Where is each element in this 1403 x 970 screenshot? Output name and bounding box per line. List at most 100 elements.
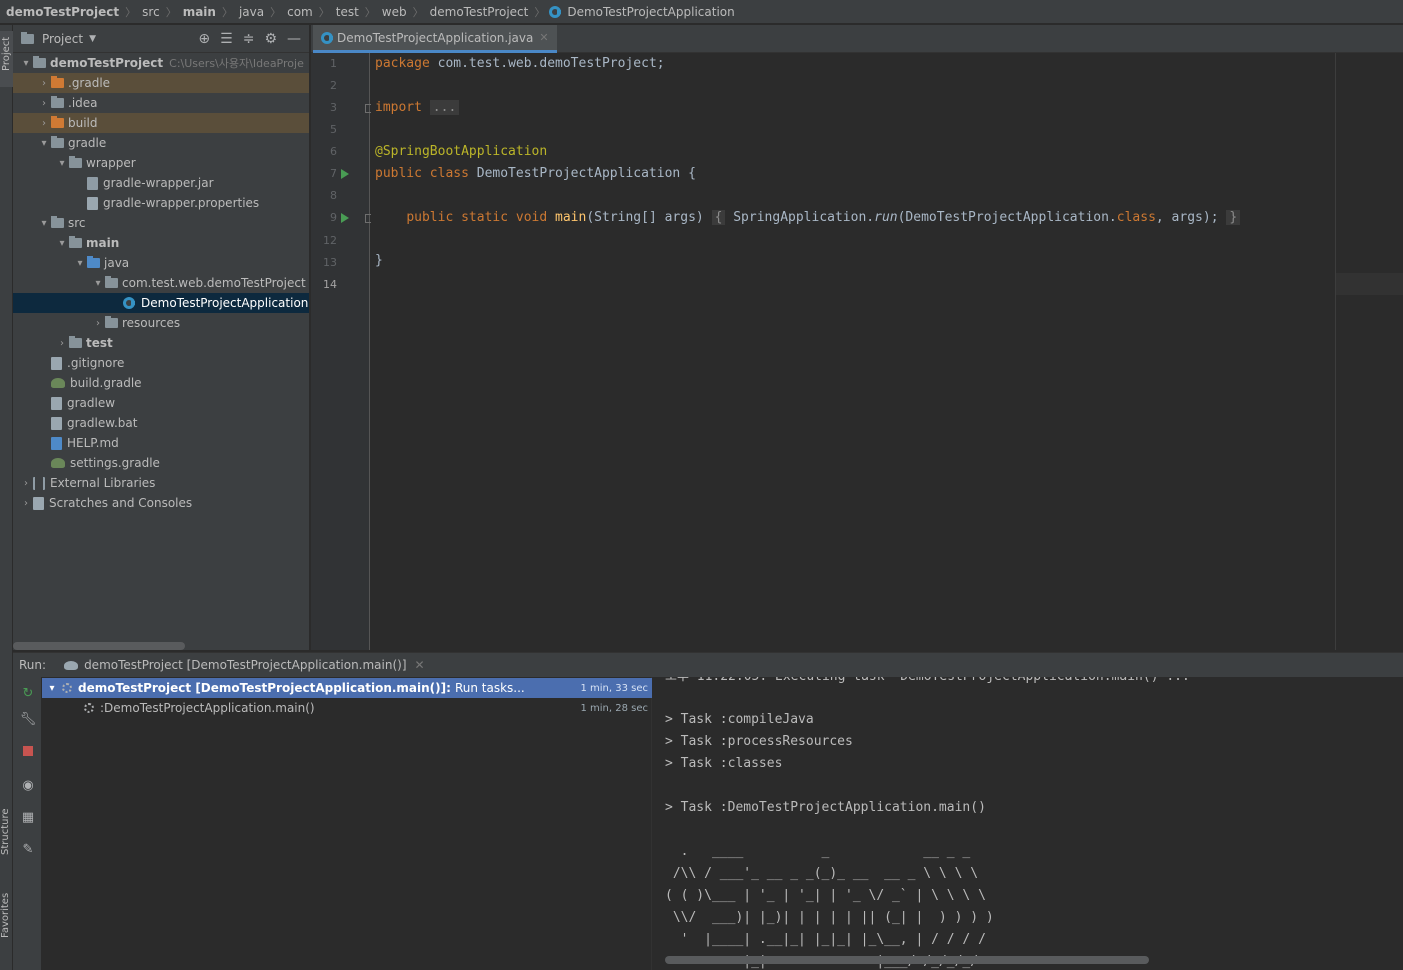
- tree-item-demotestprojectapplication[interactable]: DemoTestProjectApplication: [13, 293, 309, 313]
- folder-icon: [51, 96, 64, 108]
- tree-item-idea[interactable]: › .idea: [13, 93, 309, 113]
- breadcrumb-item-class[interactable]: DemoTestProjectApplication: [565, 5, 736, 19]
- editor-tab-bar: DemoTestProjectApplication.java ✕: [311, 25, 1403, 53]
- code-line-6: @SpringBootApplication: [375, 144, 548, 159]
- project-tool-tab[interactable]: Project: [0, 31, 13, 87]
- console-output[interactable]: 오후 11:22:05: Executing task 'DemoTestPro…: [653, 677, 1403, 970]
- chevron-down-icon[interactable]: ▾: [73, 258, 87, 269]
- structure-tool-tab[interactable]: Structure: [0, 797, 13, 867]
- tree-item-test[interactable]: › test: [13, 333, 309, 353]
- line-number: 8: [330, 189, 337, 202]
- resources-folder-icon: [105, 316, 118, 328]
- tree-item-build[interactable]: › build: [13, 113, 309, 133]
- run-tree-row-child[interactable]: :DemoTestProjectApplication.main() 1 min…: [42, 698, 652, 718]
- tree-item-gradle-wrapper-properties[interactable]: gradle-wrapper.properties: [13, 193, 309, 213]
- wrench-icon[interactable]: 🔧︎: [20, 711, 37, 727]
- breadcrumb: demoTestProject 〉 src 〉 main 〉 java 〉 com 〉 t…: [0, 0, 1403, 24]
- tree-item-label: gradlew.bat: [67, 416, 138, 430]
- tree-item-gradlew[interactable]: gradlew: [13, 393, 309, 413]
- chevron-down-icon[interactable]: ▼: [89, 34, 96, 44]
- chevron-right-icon[interactable]: ›: [37, 98, 51, 109]
- locate-icon[interactable]: ⊕: [198, 31, 210, 47]
- tree-item-java[interactable]: ▾ java: [13, 253, 309, 273]
- line-number: 3: [330, 101, 337, 114]
- line-number: 2: [330, 79, 337, 92]
- chevron-right-icon[interactable]: ›: [55, 338, 69, 349]
- md-file-icon: [51, 436, 62, 450]
- rerun-icon[interactable]: ↻: [20, 685, 36, 701]
- favorites-tool-tab[interactable]: Favorites: [0, 880, 13, 950]
- console-line: . ____ _ __ _ _: [665, 844, 971, 859]
- breadcrumb-item-web[interactable]: web: [380, 5, 409, 19]
- run-gutter-icon[interactable]: [341, 169, 349, 179]
- tree-item-gitignore[interactable]: .gitignore: [13, 353, 309, 373]
- run-tree-row-root[interactable]: ▾ demoTestProject [DemoTestProjectApplic…: [42, 678, 652, 698]
- tree-item-src[interactable]: ▾ src: [13, 213, 309, 233]
- tree-item-resources[interactable]: › resources: [13, 313, 309, 333]
- breadcrumb-item-main[interactable]: main: [181, 5, 218, 19]
- chevron-down-icon[interactable]: ▾: [55, 238, 69, 249]
- tree-item-help-md[interactable]: HELP.md: [13, 433, 309, 453]
- run-label: Run:: [19, 658, 47, 672]
- chevron-right-icon[interactable]: ›: [19, 478, 33, 489]
- tree-item-label: build: [68, 116, 98, 130]
- chevron-right-icon[interactable]: ›: [19, 498, 33, 509]
- tab-demo-test-project-application[interactable]: DemoTestProjectApplication.java ✕: [313, 25, 557, 53]
- run-toolbar: ↻ 🔧︎ ◉ ▦ ✎: [13, 677, 42, 970]
- expand-all-icon[interactable]: ☰: [220, 31, 233, 47]
- pin-icon[interactable]: ✎: [20, 841, 36, 857]
- hide-icon[interactable]: —: [287, 31, 301, 47]
- project-path-hint: C:\Users\사용자\IdeaProje: [169, 57, 304, 70]
- tree-item-settings-gradle[interactable]: settings.gradle: [13, 453, 309, 473]
- editor-gutter: 1 2 3 5 6 7 8 9 12 13 14: [311, 53, 374, 650]
- eye-icon[interactable]: ◉: [20, 777, 36, 793]
- chevron-down-icon[interactable]: ▾: [42, 683, 62, 694]
- tree-item-gradle-wrapper-jar[interactable]: gradle-wrapper.jar: [13, 173, 309, 193]
- breadcrumb-item-java[interactable]: java: [237, 5, 266, 19]
- tree-item-external-libraries[interactable]: › External Libraries: [13, 473, 309, 493]
- tree-item-build-gradle[interactable]: build.gradle: [13, 373, 309, 393]
- tree-item-gradle[interactable]: › .gradle: [13, 73, 309, 93]
- tree-item-com-test-web-demotestproject[interactable]: ▾ com.test.web.demoTestProject: [13, 273, 309, 293]
- collapse-all-icon[interactable]: ≑: [243, 31, 255, 47]
- tree-item-label: src: [68, 216, 86, 230]
- tree-item-demotestproject[interactable]: ▾ demoTestProject C:\Users\사용자\IdeaProje: [13, 53, 309, 73]
- horizontal-scrollbar[interactable]: [13, 642, 185, 650]
- tree-item-label: .idea: [68, 96, 98, 110]
- tree-item-wrapper[interactable]: ▾ wrapper: [13, 153, 309, 173]
- chevron-right-icon[interactable]: ›: [91, 318, 105, 329]
- tree-item-scratches-and-consoles[interactable]: › Scratches and Consoles: [13, 493, 309, 513]
- chevron-down-icon[interactable]: ▾: [91, 278, 105, 289]
- breadcrumb-item-test[interactable]: test: [334, 5, 361, 19]
- line-number: 7: [330, 167, 337, 180]
- console-scrollbar[interactable]: [665, 956, 1149, 964]
- run-tab[interactable]: demoTestProject [DemoTestProjectApplicat…: [64, 658, 425, 672]
- close-icon[interactable]: ✕: [415, 658, 425, 672]
- class-icon: [549, 5, 562, 18]
- chevron-right-icon[interactable]: ›: [37, 78, 51, 89]
- chevron-down-icon[interactable]: ▾: [19, 58, 33, 69]
- tree-item-main[interactable]: ▾ main: [13, 233, 309, 253]
- gear-icon[interactable]: ⚙: [264, 31, 277, 47]
- chevron-down-icon[interactable]: ▾: [37, 138, 51, 149]
- gradle-file-icon: [51, 458, 65, 468]
- layout-icon[interactable]: ▦: [20, 809, 36, 825]
- project-view-selector[interactable]: Project: [42, 32, 83, 46]
- chevron-right-icon[interactable]: ›: [37, 118, 51, 129]
- tree-item-gradlew-bat[interactable]: gradlew.bat: [13, 413, 309, 433]
- breadcrumb-item-src[interactable]: src: [140, 5, 162, 19]
- stop-icon[interactable]: [20, 743, 36, 759]
- run-gutter-icon[interactable]: [341, 213, 349, 223]
- breadcrumb-item-project[interactable]: demoTestProject: [4, 5, 121, 19]
- tree-item-gradle[interactable]: ▾ gradle: [13, 133, 309, 153]
- breadcrumb-item-package[interactable]: demoTestProject: [428, 5, 531, 19]
- console-line: 오후 11:22:05: Executing task 'DemoTestPro…: [665, 677, 1190, 688]
- chevron-down-icon[interactable]: ▾: [37, 218, 51, 229]
- close-icon[interactable]: ✕: [539, 31, 548, 44]
- code-editor[interactable]: package com.test.web.demoTestProject; im…: [371, 53, 1335, 650]
- chevron-down-icon[interactable]: ▾: [55, 158, 69, 169]
- console-line: > Task :compileJava: [665, 712, 814, 727]
- folded-imports[interactable]: ...: [429, 100, 460, 115]
- breadcrumb-item-com[interactable]: com: [285, 5, 315, 19]
- folder-icon: [69, 336, 82, 348]
